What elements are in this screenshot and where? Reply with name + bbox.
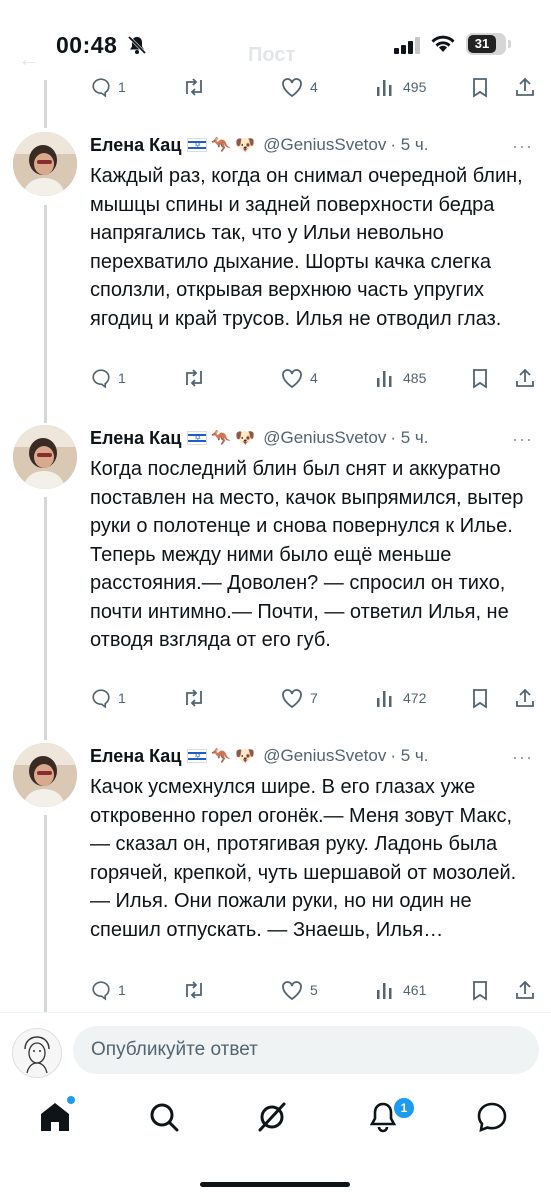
retweet-button[interactable] [182, 979, 206, 1001]
bookmark-button[interactable] [470, 687, 490, 709]
israel-flag-icon: ✡ [187, 749, 208, 763]
display-name[interactable]: Елена Кац [90, 428, 181, 449]
kangaroo-icon: 🦘 [211, 137, 232, 154]
tweet-text: Когда последний блин был снят и аккуратн… [90, 458, 524, 651]
more-options-icon[interactable]: ··· [512, 136, 533, 157]
reply-button[interactable]: 1 [90, 687, 126, 709]
avatar[interactable] [13, 132, 77, 196]
kangaroo-icon: 🦘 [211, 430, 232, 447]
display-name[interactable]: Елена Кац [90, 135, 181, 156]
messages-icon[interactable] [474, 1099, 514, 1139]
like-count: 7 [310, 690, 318, 706]
wifi-icon [430, 34, 456, 59]
battery-level: 31 [468, 35, 496, 53]
dog-face-icon: 🐶 [235, 748, 256, 765]
more-options-icon[interactable]: ··· [512, 747, 533, 768]
reply-input[interactable] [73, 1026, 539, 1074]
bookmark-button[interactable] [470, 76, 490, 98]
tweet-time[interactable]: · 5 ч. [390, 135, 428, 155]
retweet-button[interactable] [182, 76, 206, 98]
bookmark-button[interactable] [470, 979, 490, 1001]
tweet[interactable]: Елена Кац ✡ 🦘 🐶 @GeniusSvetov · 5 ч. ···… [0, 132, 551, 412]
user-handle[interactable]: @GeniusSvetov [263, 428, 386, 448]
tweet-header: Елена Кац ✡ 🦘 🐶 @GeniusSvetov · 5 ч. [90, 425, 428, 451]
bookmark-button[interactable] [470, 367, 490, 389]
view-count: 472 [403, 690, 427, 706]
reply-composer [0, 1012, 551, 1085]
bottom-nav [0, 1085, 551, 1155]
views-button[interactable]: 461 [375, 979, 426, 1001]
back-arrow-icon[interactable]: ← [18, 46, 40, 72]
previous-tweet-actions: 1 4 495 [0, 72, 551, 106]
dog-face-icon: 🐶 [235, 430, 256, 447]
status-bar: 00:48 ← Пост 31 [0, 0, 551, 80]
status-time: 00:48 [56, 32, 118, 58]
like-count: 5 [310, 982, 318, 998]
action-bar: 1 4 485 [90, 367, 540, 395]
search-icon[interactable] [146, 1099, 186, 1139]
action-bar: 1 5 461 [90, 979, 540, 1007]
tweet-header: Елена Кац ✡ 🦘 🐶 @GeniusSvetov · 5 ч. [90, 132, 428, 158]
reply-count: 1 [118, 982, 126, 998]
my-avatar[interactable] [12, 1028, 62, 1078]
like-button[interactable]: 5 [280, 979, 318, 1001]
action-bar: 1 7 472 [90, 687, 540, 715]
share-button[interactable] [514, 687, 536, 709]
views-button[interactable]: 495 [375, 76, 426, 98]
more-options-icon[interactable]: ··· [512, 429, 533, 450]
view-count: 461 [403, 982, 427, 998]
view-count: 485 [403, 370, 427, 386]
thread-line [44, 80, 47, 128]
like-button[interactable]: 4 [280, 367, 318, 389]
home-indicator [200, 1182, 350, 1187]
like-button[interactable]: 7 [280, 687, 318, 709]
page-title: Пост [248, 44, 296, 66]
view-count: 495 [403, 79, 427, 95]
like-button[interactable]: 4 [280, 76, 318, 98]
avatar[interactable] [13, 425, 77, 489]
cellular-signal-icon [394, 36, 422, 59]
home-new-dot [67, 1096, 75, 1104]
tweet[interactable]: Елена Кац ✡ 🦘 🐶 @GeniusSvetov · 5 ч. ···… [0, 743, 551, 1008]
tweet-time[interactable]: · 5 ч. [390, 746, 428, 766]
retweet-button[interactable] [182, 367, 206, 389]
battery-cap [508, 40, 511, 48]
reply-button[interactable]: 1 [90, 979, 126, 1001]
retweet-button[interactable] [182, 687, 206, 709]
grok-icon[interactable] [254, 1099, 294, 1139]
reply-count: 1 [118, 690, 126, 706]
battery-icon: 31 [466, 33, 506, 55]
like-count: 4 [310, 370, 318, 386]
display-name[interactable]: Елена Кац [90, 746, 181, 767]
share-button[interactable] [514, 367, 536, 389]
reply-count: 1 [118, 370, 126, 386]
user-handle[interactable]: @GeniusSvetov [263, 135, 386, 155]
share-button[interactable] [514, 76, 536, 98]
dog-face-icon: 🐶 [235, 137, 256, 154]
israel-flag-icon: ✡ [187, 138, 208, 152]
home-icon[interactable] [37, 1099, 77, 1139]
tweet-time[interactable]: · 5 ч. [390, 428, 428, 448]
views-button[interactable]: 485 [375, 367, 426, 389]
tweet[interactable]: Елена Кац ✡ 🦘 🐶 @GeniusSvetov · 5 ч. ···… [0, 425, 551, 725]
bell-off-icon [126, 34, 148, 56]
avatar[interactable] [13, 743, 77, 807]
israel-flag-icon: ✡ [187, 431, 208, 445]
views-button[interactable]: 472 [375, 687, 426, 709]
share-button[interactable] [514, 979, 536, 1001]
notifications-badge: 1 [392, 1096, 416, 1120]
action-bar: 1 4 495 [90, 76, 540, 104]
like-count: 4 [310, 79, 318, 95]
tweet-text: Качок усмехнулся шире. В его глазах уже … [90, 776, 517, 941]
reply-button[interactable]: 1 [90, 367, 126, 389]
reply-button[interactable]: 1 [90, 76, 126, 98]
reply-count: 1 [118, 79, 126, 95]
kangaroo-icon: 🦘 [211, 748, 232, 765]
user-handle[interactable]: @GeniusSvetov [263, 746, 386, 766]
tweet-text: Каждый раз, когда он снимал очередной бл… [90, 165, 523, 330]
tweet-header: Елена Кац ✡ 🦘 🐶 @GeniusSvetov · 5 ч. [90, 743, 428, 769]
